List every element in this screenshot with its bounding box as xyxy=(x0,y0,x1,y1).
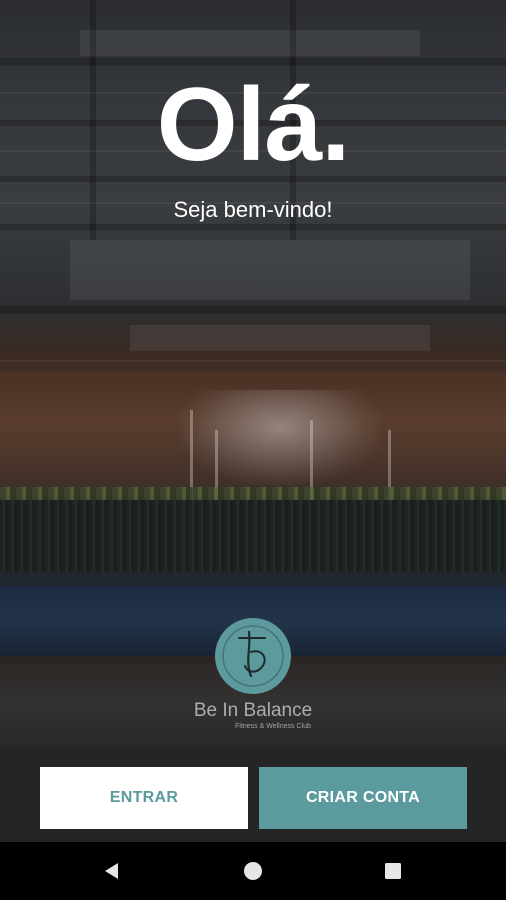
ceiling-beam xyxy=(0,306,506,314)
login-button[interactable]: ENTRAR xyxy=(40,767,248,829)
create-account-button[interactable]: CRIAR CONTA xyxy=(259,767,467,829)
ceiling-panel xyxy=(70,240,470,300)
login-button-label: ENTRAR xyxy=(109,789,179,806)
window-light xyxy=(180,390,380,485)
ceiling-slat xyxy=(0,360,506,362)
brand-tagline: Fitness & Wellness Club xyxy=(235,723,311,730)
hedge xyxy=(0,500,506,572)
recent-apps-square-icon xyxy=(385,863,401,879)
greeting-title: Olá. xyxy=(156,67,351,183)
create-account-button-label: CRIAR CONTA xyxy=(305,789,421,806)
ceiling-beam xyxy=(0,58,506,66)
welcome-screen: Olá. Seja bem-vindo! Be In Balance Fitne… xyxy=(0,0,506,900)
home-button[interactable] xyxy=(223,842,283,900)
plant-row xyxy=(0,487,506,501)
ceiling-panel xyxy=(130,325,430,351)
back-triangle-icon xyxy=(105,863,118,879)
back-button[interactable] xyxy=(82,842,142,900)
brand-name: Be In Balance xyxy=(193,700,313,721)
home-circle-icon xyxy=(244,862,262,880)
logo-figure-icon xyxy=(222,625,284,687)
ceiling-panel xyxy=(80,30,420,56)
welcome-subtitle: Seja bem-vindo! xyxy=(173,197,333,222)
ceiling-beam xyxy=(0,224,506,230)
be-in-balance-logo-icon xyxy=(215,618,291,694)
recent-apps-button[interactable] xyxy=(363,842,423,900)
system-navigation-bar xyxy=(0,842,506,900)
